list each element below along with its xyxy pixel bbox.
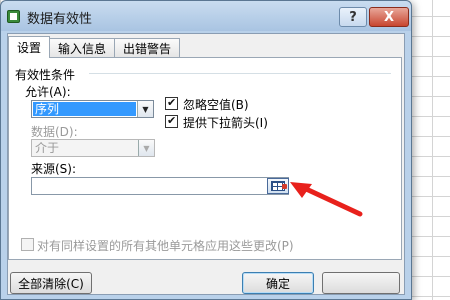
apply-all-checkbox[interactable] xyxy=(21,238,34,251)
data-select-value: 介于 xyxy=(35,141,60,155)
chevron-down-icon: ▼ xyxy=(138,140,154,156)
data-label: 数据(D): xyxy=(31,125,78,139)
tab-error-alert[interactable]: 出错警告 xyxy=(114,38,181,58)
annotation-arrow xyxy=(290,182,363,217)
range-picker-button[interactable] xyxy=(267,178,289,194)
ok-button[interactable]: 确定 xyxy=(242,272,314,294)
settings-panel: 有效性条件 允许(A): 序列 ▼ 忽略空值(B) 提供下拉箭头(I) 数据(D… xyxy=(8,57,402,260)
collapse-dialog-icon xyxy=(271,181,287,191)
in-cell-dropdown-label: 提供下拉箭头(I) xyxy=(183,116,268,130)
source-label: 来源(S): xyxy=(31,162,77,176)
source-input[interactable] xyxy=(31,177,289,195)
allow-label: 允许(A): xyxy=(25,85,71,99)
in-cell-dropdown-checkbox[interactable] xyxy=(165,114,178,128)
ignore-blank-checkbox[interactable] xyxy=(165,96,178,110)
annotation-arrow-shaft xyxy=(301,185,363,217)
excel-app-icon xyxy=(7,10,20,23)
chevron-down-icon[interactable]: ▼ xyxy=(137,101,153,117)
tab-strip: 设置 输入信息 出错警告 xyxy=(8,36,181,58)
allow-select-value: 序列 xyxy=(33,102,136,116)
apply-all-label: 对有同样设置的所有其他单元格应用这些更改(P) xyxy=(37,239,294,253)
tab-input-message[interactable]: 输入信息 xyxy=(49,38,116,58)
validation-criteria-heading: 有效性条件 xyxy=(15,68,76,82)
close-button[interactable]: X xyxy=(369,7,409,27)
dialog-title: 数据有效性 xyxy=(27,12,93,27)
help-button[interactable]: ? xyxy=(339,7,367,27)
cancel-button[interactable] xyxy=(322,272,400,294)
clear-all-button[interactable]: 全部清除(C) xyxy=(10,272,92,294)
title-bar[interactable]: 数据有效性 ? X xyxy=(1,1,411,31)
allow-select[interactable]: 序列 ▼ xyxy=(31,100,154,118)
ignore-blank-label: 忽略空值(B) xyxy=(183,98,249,112)
tab-settings[interactable]: 设置 xyxy=(8,36,51,58)
data-select: 介于 ▼ xyxy=(31,139,155,157)
group-divider xyxy=(89,73,391,74)
